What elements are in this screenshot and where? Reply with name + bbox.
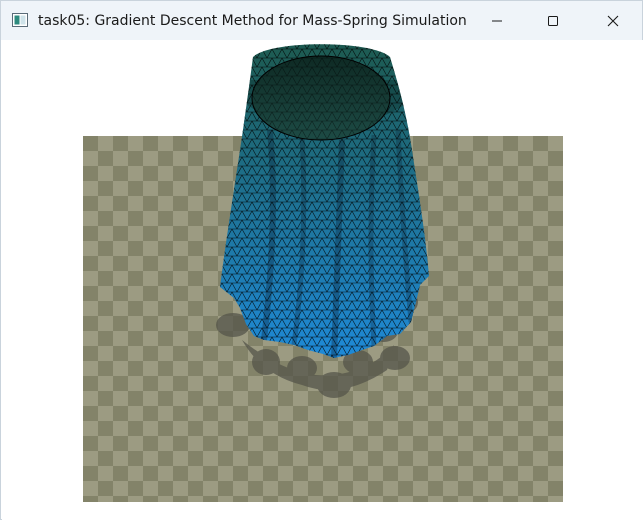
window-title: task05: Gradient Descent Method for Mass… <box>38 13 467 29</box>
cloth-mesh <box>220 44 429 358</box>
title-bar[interactable]: task05: Gradient Descent Method for Mass… <box>1 1 642 40</box>
close-button[interactable] <box>585 1 641 40</box>
scene-canvas <box>83 44 563 502</box>
maximize-button[interactable] <box>525 1 581 40</box>
app-window: task05: Gradient Descent Method for Mass… <box>0 0 643 520</box>
opengl-viewport[interactable] <box>2 40 643 520</box>
app-window-icon <box>12 12 28 28</box>
close-icon <box>607 15 619 27</box>
maximize-icon <box>547 15 559 27</box>
minimize-button[interactable] <box>469 1 525 40</box>
minimize-icon <box>491 15 503 27</box>
